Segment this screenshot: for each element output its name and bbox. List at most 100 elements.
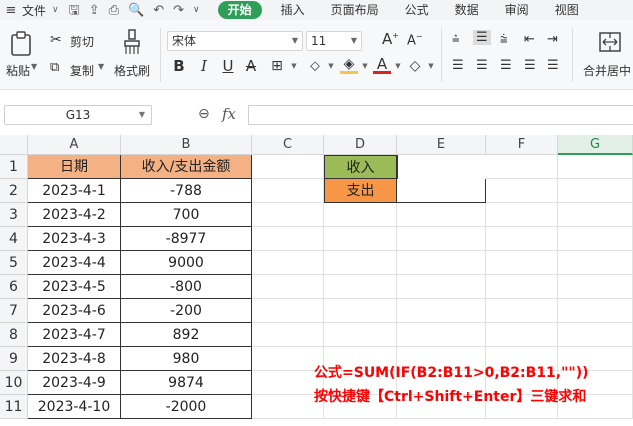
amount-cell[interactable]: -2000 <box>121 395 252 419</box>
cut-button[interactable]: 剪切 <box>70 33 94 50</box>
strikethrough-icon[interactable]: A <box>242 57 260 75</box>
scissors-icon[interactable]: ✂ <box>50 32 62 48</box>
increase-font-icon[interactable]: A+ <box>382 30 399 48</box>
cell-d4[interactable] <box>324 227 397 251</box>
cell-f6[interactable] <box>486 275 558 299</box>
brush-icon[interactable] <box>121 28 143 56</box>
row-header-10[interactable]: 10 <box>0 371 28 395</box>
column-header-g[interactable]: G <box>558 135 633 155</box>
export-icon[interactable]: ⇪ <box>89 4 100 17</box>
italic-icon[interactable]: I <box>195 57 213 75</box>
tab-insert[interactable]: 插入 <box>268 0 318 20</box>
amount-cell[interactable]: -200 <box>121 299 252 323</box>
cell-d5[interactable] <box>324 251 397 275</box>
cell-d3[interactable] <box>324 203 397 227</box>
date-cell[interactable]: 2023-4-7 <box>28 323 121 347</box>
amount-cell[interactable]: 9874 <box>121 371 252 395</box>
cell-g4[interactable] <box>558 227 633 251</box>
cell-f8[interactable] <box>486 323 558 347</box>
chevron-down-icon[interactable]: ▼ <box>389 57 407 75</box>
row-header-9[interactable]: 9 <box>0 347 28 371</box>
cell-g8[interactable] <box>558 323 633 347</box>
column-header-c[interactable]: C <box>252 135 324 155</box>
chevron-down-icon[interactable]: ∨ <box>193 5 200 15</box>
cell-e6[interactable] <box>397 275 486 299</box>
cell-c3[interactable] <box>252 203 324 227</box>
chevron-down-icon[interactable]: ▼ <box>356 57 374 75</box>
tab-home[interactable]: 开始 <box>217 1 262 19</box>
cell-g3[interactable] <box>558 203 633 227</box>
amount-cell[interactable]: 700 <box>121 203 252 227</box>
row-header-5[interactable]: 5 <box>0 251 28 275</box>
chevron-down-icon[interactable]: ▼ <box>98 62 104 71</box>
cell-c1[interactable] <box>252 155 324 179</box>
cell-e4[interactable] <box>397 227 486 251</box>
underline-icon[interactable]: U <box>219 57 237 75</box>
function-icon[interactable]: fx <box>222 105 236 123</box>
name-box[interactable]: G13 ▼ <box>4 105 152 125</box>
tab-view[interactable]: 视图 <box>542 0 579 20</box>
row-header-6[interactable]: 6 <box>0 275 28 299</box>
tab-data[interactable]: 数据 <box>442 0 492 20</box>
zoom-icon[interactable]: ⊖ <box>198 106 210 122</box>
align-bottom-icon[interactable]: ⩭ <box>500 32 508 47</box>
chevron-down-icon[interactable]: ▼ <box>285 57 303 75</box>
amount-cell[interactable]: -8977 <box>121 227 252 251</box>
expense-value[interactable] <box>397 179 486 203</box>
amount-cell[interactable]: -800 <box>121 275 252 299</box>
cell-f3[interactable] <box>486 203 558 227</box>
cell-c6[interactable] <box>252 275 324 299</box>
date-cell[interactable]: 2023-4-6 <box>28 299 121 323</box>
date-cell[interactable]: 2023-4-5 <box>28 275 121 299</box>
column-header-f[interactable]: F <box>486 135 558 155</box>
cell-f1[interactable] <box>486 155 558 179</box>
select-all-corner[interactable] <box>0 135 28 155</box>
paste-icon[interactable] <box>8 30 34 58</box>
date-cell[interactable]: 2023-4-1 <box>28 179 121 203</box>
formula-input[interactable] <box>248 105 633 125</box>
date-cell[interactable]: 2023-4-10 <box>28 395 121 419</box>
row-header-11[interactable]: 11 <box>0 395 28 419</box>
cell-c7[interactable] <box>252 299 324 323</box>
merge-center-button[interactable]: 合并居中 <box>583 62 631 79</box>
format-painter-button[interactable]: 格式刷 <box>114 62 150 79</box>
chevron-down-icon[interactable]: ∨ <box>52 5 59 15</box>
row-header-7[interactable]: 7 <box>0 299 28 323</box>
chevron-down-icon[interactable]: ▼ <box>322 57 340 75</box>
cell-e8[interactable] <box>397 323 486 347</box>
menu-icon[interactable]: ≡ <box>0 3 22 18</box>
cell-g2[interactable] <box>558 179 633 203</box>
merge-icon[interactable] <box>598 30 622 54</box>
header-date[interactable]: 日期 <box>28 155 121 179</box>
copy-icon[interactable]: ⧉ <box>50 60 59 75</box>
tab-review[interactable]: 审阅 <box>492 0 542 20</box>
align-middle-icon[interactable]: ☰ <box>473 30 491 45</box>
amount-cell[interactable]: 9000 <box>121 251 252 275</box>
column-header-a[interactable]: A <box>28 135 121 155</box>
file-menu[interactable]: 文件 <box>22 2 46 19</box>
increase-indent-icon[interactable]: ⇥ <box>547 32 558 47</box>
chevron-down-icon[interactable]: ▼ <box>422 57 440 75</box>
income-value[interactable] <box>397 155 398 179</box>
decrease-font-icon[interactable]: A− <box>407 32 423 48</box>
amount-cell[interactable]: 980 <box>121 347 252 371</box>
date-cell[interactable]: 2023-4-3 <box>28 227 121 251</box>
align-center-icon[interactable]: ☰ <box>476 58 488 73</box>
border-icon[interactable]: ⊞ <box>268 57 286 75</box>
amount-cell[interactable]: -788 <box>121 179 252 203</box>
font-size-select[interactable]: 11 ▼ <box>306 31 362 51</box>
save-icon[interactable]: 🖫 <box>69 4 80 17</box>
cell-d6[interactable] <box>324 275 397 299</box>
column-header-e[interactable]: E <box>397 135 486 155</box>
cell-e7[interactable] <box>397 299 486 323</box>
column-header-b[interactable]: B <box>121 135 252 155</box>
undo-icon[interactable]: ↶ <box>153 4 164 17</box>
row-header-1[interactable]: 1 <box>0 155 28 179</box>
cell-f4[interactable] <box>486 227 558 251</box>
cell-e5[interactable] <box>397 251 486 275</box>
cell-c5[interactable] <box>252 251 324 275</box>
copy-button[interactable]: 复制 <box>70 62 94 79</box>
tab-page-layout[interactable]: 页面布局 <box>318 0 392 20</box>
column-header-d[interactable]: D <box>324 135 397 155</box>
cell-f7[interactable] <box>486 299 558 323</box>
